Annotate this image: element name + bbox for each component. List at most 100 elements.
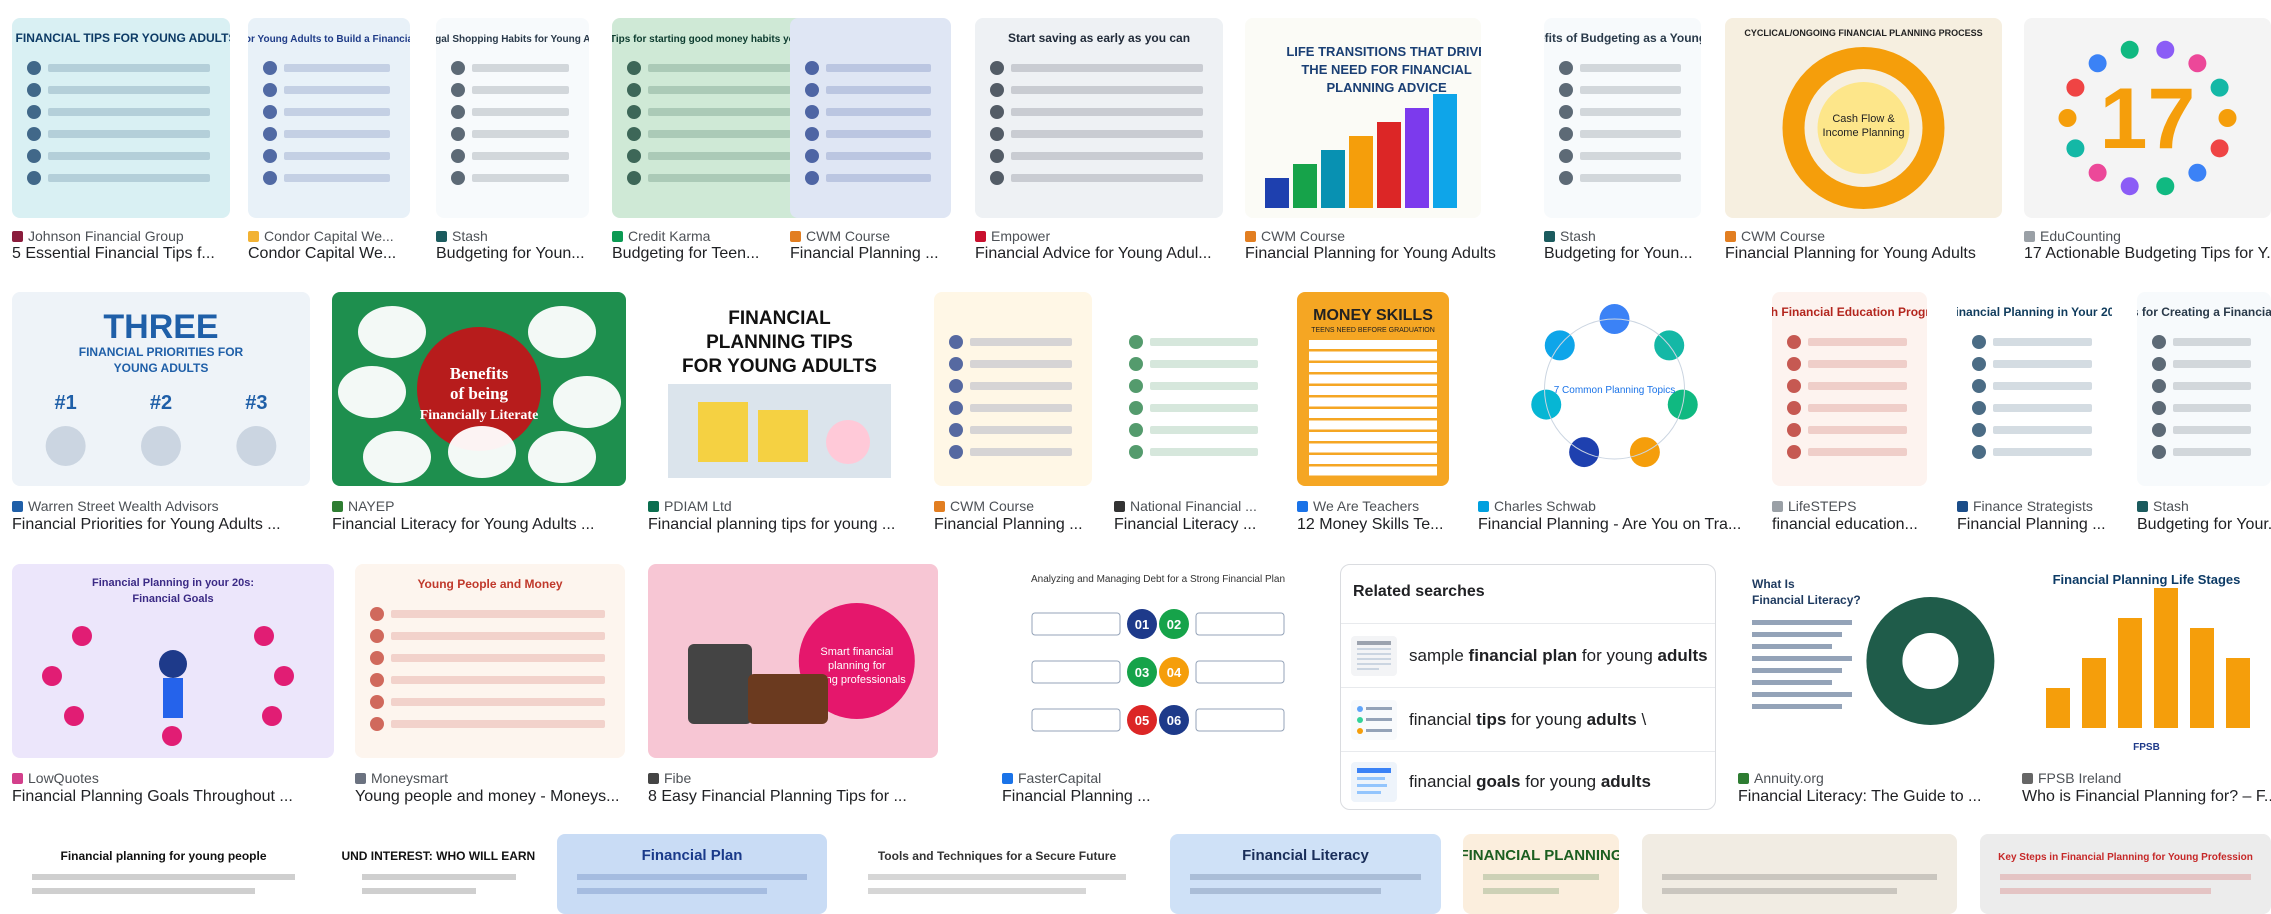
svg-text:LIFE TRANSITIONS THAT DRIVE: LIFE TRANSITIONS THAT DRIVE — [1286, 44, 1481, 59]
result-thumbnail[interactable]: THREE FINANCIAL PRIORITIES FOR YOUNG ADULT… — [12, 292, 310, 486]
svg-text:YOUNG ADULTS: YOUNG ADULTS — [114, 361, 209, 375]
result-source[interactable]: Credit Karma — [612, 228, 811, 244]
result-title[interactable]: Financial Literacy for Young Adults ... — [332, 516, 646, 534]
result-thumbnail[interactable]: Benefits of being Financially Literate — [332, 292, 626, 486]
result-thumbnail[interactable]: Start saving as early as you can — [975, 18, 1223, 218]
result-source-label: Finance Strategists — [1973, 498, 2093, 514]
result-source[interactable]: CWM Course — [1245, 228, 1481, 244]
result-thumbnail[interactable]: 7 Common Planning Topics — [1478, 292, 1751, 486]
result-thumbnail[interactable]: Smart financial planning for young profess… — [648, 564, 938, 758]
result-source[interactable]: Johnson Financial Group — [12, 228, 230, 244]
result-title[interactable]: Budgeting for Your... — [2137, 516, 2271, 534]
result-source-label: LifeSTEPS — [1788, 498, 1857, 514]
result-thumbnail[interactable]: LIFE TRANSITIONS THAT DRIVE THE NEED FOR … — [1245, 18, 1481, 218]
result-source[interactable]: PDIAM Ltd — [648, 498, 911, 514]
result-source[interactable]: Charles Schwab — [1478, 498, 1751, 514]
result-thumbnail[interactable]: 5 Benefits of Budgeting as a Young Adult — [1544, 18, 1701, 218]
result-thumbnail[interactable]: Financial Literacy — [1170, 834, 1441, 914]
result-source[interactable]: Stash — [436, 228, 589, 244]
result-title[interactable]: Financial Literacy: The Guide to ... — [1738, 788, 2018, 806]
result-source[interactable]: Empower — [975, 228, 1223, 244]
result-title[interactable]: Financial Planning ... — [790, 245, 971, 263]
result-source[interactable]: Stash — [1544, 228, 1701, 244]
result-thumbnail[interactable]: 6 Steps for Young Adults to Build a Fina… — [248, 18, 410, 218]
result-title[interactable]: Financial Planning - Are You on Tra... — [1478, 516, 1771, 534]
related-search-item[interactable]: financial goals for young adults — [1341, 751, 1715, 813]
site-favicon-icon — [1297, 500, 1308, 512]
result-thumbnail[interactable]: 5 FINANCIAL TIPS FOR YOUNG ADULTS — [12, 18, 230, 218]
result-source[interactable]: Stash — [2137, 498, 2271, 514]
result-thumbnail[interactable]: MONEY SKILLS TEENS NEED BEFORE GRADUATION — [1297, 292, 1449, 486]
result-thumbnail[interactable]: What Is Financial Literacy? — [1738, 564, 1998, 758]
result-source[interactable]: Moneysmart — [355, 770, 625, 786]
result-title[interactable]: Who is Financial Planning for? – F... — [2022, 788, 2271, 806]
result-thumbnail[interactable]: Tools and Techniques for a Secure Future — [848, 834, 1146, 914]
result-title[interactable]: Financial Planning for Young Adults — [1245, 245, 1501, 263]
result-thumbnail[interactable]: Key Steps in Financial Planning for Youn… — [1980, 834, 2271, 914]
result-source-label: LowQuotes — [28, 770, 99, 786]
result-source[interactable]: LifeSTEPS — [1772, 498, 1927, 514]
divider — [1341, 623, 1715, 624]
result-source[interactable]: CWM Course — [1725, 228, 2002, 244]
result-thumbnail[interactable]: Cash Flow & Income Planning CYCLICAL/ONGOI… — [1725, 18, 2002, 218]
related-searches-panel: Related searches sample financial plan f… — [1340, 564, 1716, 810]
result-title[interactable]: 12 Money Skills Te... — [1297, 516, 1469, 534]
related-search-item[interactable]: financial tips for young adults \ — [1341, 689, 1715, 751]
result-source[interactable]: Warren Street Wealth Advisors — [12, 498, 310, 514]
result-thumbnail[interactable]: Financial Planning in Your 20s — [1957, 292, 2112, 486]
result-thumbnail[interactable]: 7 Frugal Shopping Habits for Young Adult… — [436, 18, 589, 218]
result-source[interactable]: CWM Course — [790, 228, 951, 244]
result-source[interactable]: We Are Teachers — [1297, 498, 1449, 514]
result-title[interactable]: Budgeting for Youn... — [1544, 245, 1721, 263]
result-thumbnail[interactable] — [1642, 834, 1957, 914]
result-thumbnail[interactable]: Financial Planning in your 20s: Financial… — [12, 564, 334, 758]
result-title[interactable]: Condor Capital We... — [248, 245, 430, 263]
related-search-item[interactable]: sample financial plan for young adults — [1341, 625, 1715, 687]
result-title[interactable]: Financial Planning ... — [1957, 516, 2132, 534]
site-favicon-icon — [934, 500, 945, 512]
result-source[interactable]: Condor Capital We... — [248, 228, 410, 244]
result-title[interactable]: Financial Advice for Young Adul... — [975, 245, 1243, 263]
result-source[interactable]: LowQuotes — [12, 770, 334, 786]
result-title[interactable]: Budgeting for Youn... — [436, 245, 609, 263]
result-source[interactable]: CWM Course — [934, 498, 1092, 514]
result-title[interactable]: Financial Planning for Young Adults — [1725, 245, 2022, 263]
result-title[interactable]: Financial Planning ... — [1002, 788, 1334, 806]
result-title[interactable]: Financial Planning Goals Throughout ... — [12, 788, 354, 806]
result-thumbnail[interactable] — [790, 18, 951, 218]
result-title[interactable]: 8 Easy Financial Planning Tips for ... — [648, 788, 958, 806]
result-title[interactable]: 5 Essential Financial Tips f... — [12, 245, 250, 263]
result-source[interactable]: Fibe — [648, 770, 938, 786]
result-thumbnail[interactable]: Financial planning for young people — [12, 834, 315, 914]
result-thumbnail[interactable]: Financial Planning Life Stages FPSB — [2022, 564, 2271, 758]
result-title[interactable]: Financial Priorities for Young Adults ..… — [12, 516, 330, 534]
result-title[interactable]: 17 Actionable Budgeting Tips for Y... — [2024, 245, 2271, 263]
result-thumbnail[interactable] — [1114, 292, 1278, 486]
result-source[interactable]: NAYEP — [332, 498, 626, 514]
result-thumbnail[interactable] — [934, 292, 1092, 486]
result-title[interactable]: Financial Planning ... — [934, 516, 1112, 534]
result-thumbnail[interactable]: COMPOUND INTEREST: WHO WILL EARN MORE? — [342, 834, 536, 914]
result-source[interactable]: FasterCapital — [1002, 770, 1314, 786]
result-title[interactable]: Young people and money - Moneys... — [355, 788, 645, 806]
svg-text:#2: #2 — [150, 392, 172, 414]
result-thumbnail[interactable]: 17 — [2024, 18, 2271, 218]
result-thumbnail[interactable]: FINANCIAL PLANNING — [1463, 834, 1619, 914]
result-thumbnail[interactable]: 4 Tips for Creating a Financial Plan — [2137, 292, 2271, 486]
result-thumbnail[interactable]: Tips for starting good money habits youn… — [612, 18, 811, 218]
result-source[interactable]: FPSB Ireland — [2022, 770, 2271, 786]
result-source[interactable]: Annuity.org — [1738, 770, 1998, 786]
result-source[interactable]: EduCounting — [2024, 228, 2271, 244]
result-thumbnail[interactable]: Analyzing and Managing Debt for a Strong… — [1002, 564, 1314, 758]
result-source[interactable]: National Financial ... — [1114, 498, 1278, 514]
result-title[interactable]: Financial planning tips for young ... — [648, 516, 931, 534]
result-thumbnail[interactable]: Youth Financial Education Programs — [1772, 292, 1927, 486]
result-thumbnail[interactable]: Financial Plan — [557, 834, 827, 914]
result-thumbnail[interactable]: FINANCIAL PLANNING TIPS FOR YOUNG ADULTS — [648, 292, 911, 486]
result-source-label: Fibe — [664, 770, 692, 786]
svg-text:Cash Flow &: Cash Flow & — [1832, 113, 1895, 125]
result-title[interactable]: Financial Literacy ... — [1114, 516, 1298, 534]
result-title[interactable]: financial education... — [1772, 516, 1947, 534]
result-source[interactable]: Finance Strategists — [1957, 498, 2112, 514]
result-thumbnail[interactable]: Young People and Money — [355, 564, 625, 758]
